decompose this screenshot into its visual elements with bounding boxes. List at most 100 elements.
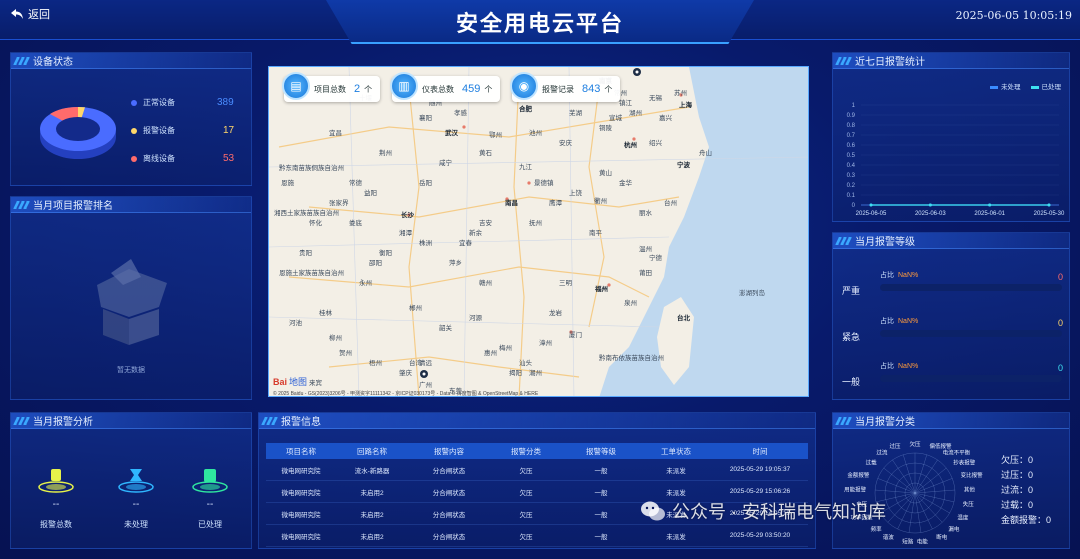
category-summary-item: 金额报警：0 xyxy=(1001,515,1052,525)
city-label: 宁德 xyxy=(649,255,662,262)
cell: 未启用2 xyxy=(360,533,384,541)
city-label: 惠州 xyxy=(484,350,497,357)
legend-alarm: 报警设备 xyxy=(131,125,175,136)
total-alarm-value: -- xyxy=(52,499,60,510)
x-tick-label: 2025-05-30 xyxy=(1034,211,1065,217)
alarm-record-chip[interactable]: ◉ 报警记录 843 个 xyxy=(510,72,621,102)
panel-mark-icon xyxy=(13,416,31,425)
level-header: 当月报警等级 xyxy=(833,233,1069,249)
radar-label: 电能 xyxy=(917,537,929,545)
radar-label: 电流不平衡 xyxy=(943,449,971,457)
city-label: 黄石 xyxy=(479,150,492,157)
map-view[interactable]: Bai 地图 © 2025 Baidu - GS(2023)3206号 - 甲测资… xyxy=(268,66,809,397)
rank-title: 当月项目报警排名 xyxy=(33,201,113,212)
category-summary-item: 过压：0 xyxy=(1001,470,1034,480)
category-summary-item: 过流：0 xyxy=(1001,485,1034,495)
col-project: 项目名称 xyxy=(286,446,316,456)
level-pct-value: NaN% xyxy=(898,272,919,279)
col-category: 报警分类 xyxy=(511,446,541,456)
city-label: 岳阳 xyxy=(419,180,432,187)
wechat-icon xyxy=(641,501,665,521)
city-label: 株洲 xyxy=(419,240,432,247)
city-label: 上海 xyxy=(679,102,692,109)
city-label: 绍兴 xyxy=(649,140,662,147)
radar-label: 抄表报警 xyxy=(953,458,976,466)
radar-label: 失压 xyxy=(963,500,975,508)
alarm-count: 17 xyxy=(223,125,235,136)
city-label: 舟山 xyxy=(699,150,712,157)
cell: 未启用2 xyxy=(360,511,384,519)
cell: 2025-05-29 03:50:20 xyxy=(729,532,791,539)
legend-dot xyxy=(131,127,137,134)
city-label: 湘西土家族苗族自治州 xyxy=(274,210,339,217)
city-label: 衡阳 xyxy=(379,250,392,257)
y-tick-label: 0 xyxy=(852,203,856,209)
level-progress-bar xyxy=(880,375,1062,382)
city-label: 长沙 xyxy=(401,212,414,219)
device-status-header: 设备状态 xyxy=(11,53,251,69)
radar-label: 用能报警 xyxy=(844,485,867,493)
city-label: 衢州 xyxy=(594,198,607,205)
level-progress-bar xyxy=(880,330,1062,337)
legend-dot xyxy=(131,99,137,106)
col-level: 报警等级 xyxy=(586,446,616,456)
radar-label: 欠压 xyxy=(909,440,921,448)
y-tick-label: 0.4 xyxy=(847,163,856,169)
radar-axis xyxy=(902,454,916,494)
meter-total-label: 仪表总数 xyxy=(422,84,454,94)
alarm-table: 项目名称 回路名称 报警内容 报警分类 报警等级 工单状态 时间 微电网研究院 流… xyxy=(266,443,808,547)
back-label: 返回 xyxy=(28,9,50,21)
table-row[interactable]: 微电网研究院 流水-新路器 分合闸状态 欠压 一般 未派发 2025-05-29 19:05… xyxy=(266,459,808,481)
legend-normal-label: 正常设备 xyxy=(143,98,175,107)
cell: 一般 xyxy=(594,467,608,475)
radar-axis xyxy=(914,492,955,503)
level-name: 一般 xyxy=(842,377,861,387)
category-summary: 欠压：0 过压：0 过流：0 过载：0 金额报警：0 xyxy=(1001,453,1051,528)
city-label: 揭阳 xyxy=(509,370,522,377)
meter-total-chip[interactable]: ▥ 仪表总数 459 个 xyxy=(390,72,501,102)
weekly-title: 近七日报警统计 xyxy=(855,57,925,68)
radar-label: 漏电 xyxy=(948,525,960,533)
city-label: 龙岩 xyxy=(549,310,562,317)
legend-offline-label: 离线设备 xyxy=(143,154,175,163)
data-point xyxy=(1047,203,1051,207)
meter-total-value: 459 xyxy=(462,83,481,95)
city-label: 台北 xyxy=(677,315,690,322)
category-panel: 当月报警分类 欠压 偏低报警 电流不平衡 抄表报警 变比报警 其他 失压 温度 漏电 断电 电能 短路… xyxy=(832,412,1070,549)
city-label: 宣城 xyxy=(609,115,622,122)
cell: 分合闸状态 xyxy=(432,489,466,497)
alarm-record-unit: 个 xyxy=(604,84,613,94)
city-label: 益阳 xyxy=(364,190,377,197)
table-row[interactable]: 微电网研究院 未启用2 分合闸状态 欠压 一般 未派发 2025-05-29 03:50:2… xyxy=(266,525,808,547)
city-label: 襄阳 xyxy=(419,115,432,122)
alarm-info-header: 报警信息 xyxy=(259,413,815,429)
city-label: 郴州 xyxy=(409,305,422,312)
city-label: 娄底 xyxy=(349,220,362,227)
data-point xyxy=(869,203,873,207)
city-label: 梅州 xyxy=(499,345,512,352)
city-label: 铜陵 xyxy=(599,125,612,132)
city-label: 景德镇 xyxy=(534,180,554,187)
cell: 未派发 xyxy=(666,533,686,541)
radar-axis xyxy=(883,467,916,494)
project-total-chip[interactable]: ▤ 项目总数 2 个 xyxy=(282,72,381,102)
datetime: 2025-06-05 10:05:19 xyxy=(955,9,1072,22)
back-button[interactable]: 返回 xyxy=(10,6,50,22)
weekly-header: 近七日报警统计 xyxy=(833,53,1069,69)
radar-label: 变比报警 xyxy=(961,471,984,479)
level-progress-bar xyxy=(880,284,1062,291)
radar-label: 温度 xyxy=(957,514,969,522)
city-label: 孝感 xyxy=(454,110,467,117)
city-label: 漳州 xyxy=(539,340,552,347)
city-label: 贺州 xyxy=(339,350,352,357)
cell: 未启用2 xyxy=(360,489,384,497)
offline-count: 53 xyxy=(223,153,235,164)
svg-text:Bai: Bai xyxy=(273,377,287,387)
svg-text:© 2025 Baidu - GS(2023)3206号 -: © 2025 Baidu - GS(2023)3206号 - 甲测资字11111… xyxy=(273,390,539,397)
project-total-label: 项目总数 xyxy=(314,84,346,94)
city-label: 梧州 xyxy=(369,360,382,367)
city-label: 丽水 xyxy=(639,210,652,217)
meter-total-unit: 个 xyxy=(484,84,493,94)
level-name: 紧急 xyxy=(842,332,861,342)
col-circuit: 回路名称 xyxy=(357,446,387,456)
